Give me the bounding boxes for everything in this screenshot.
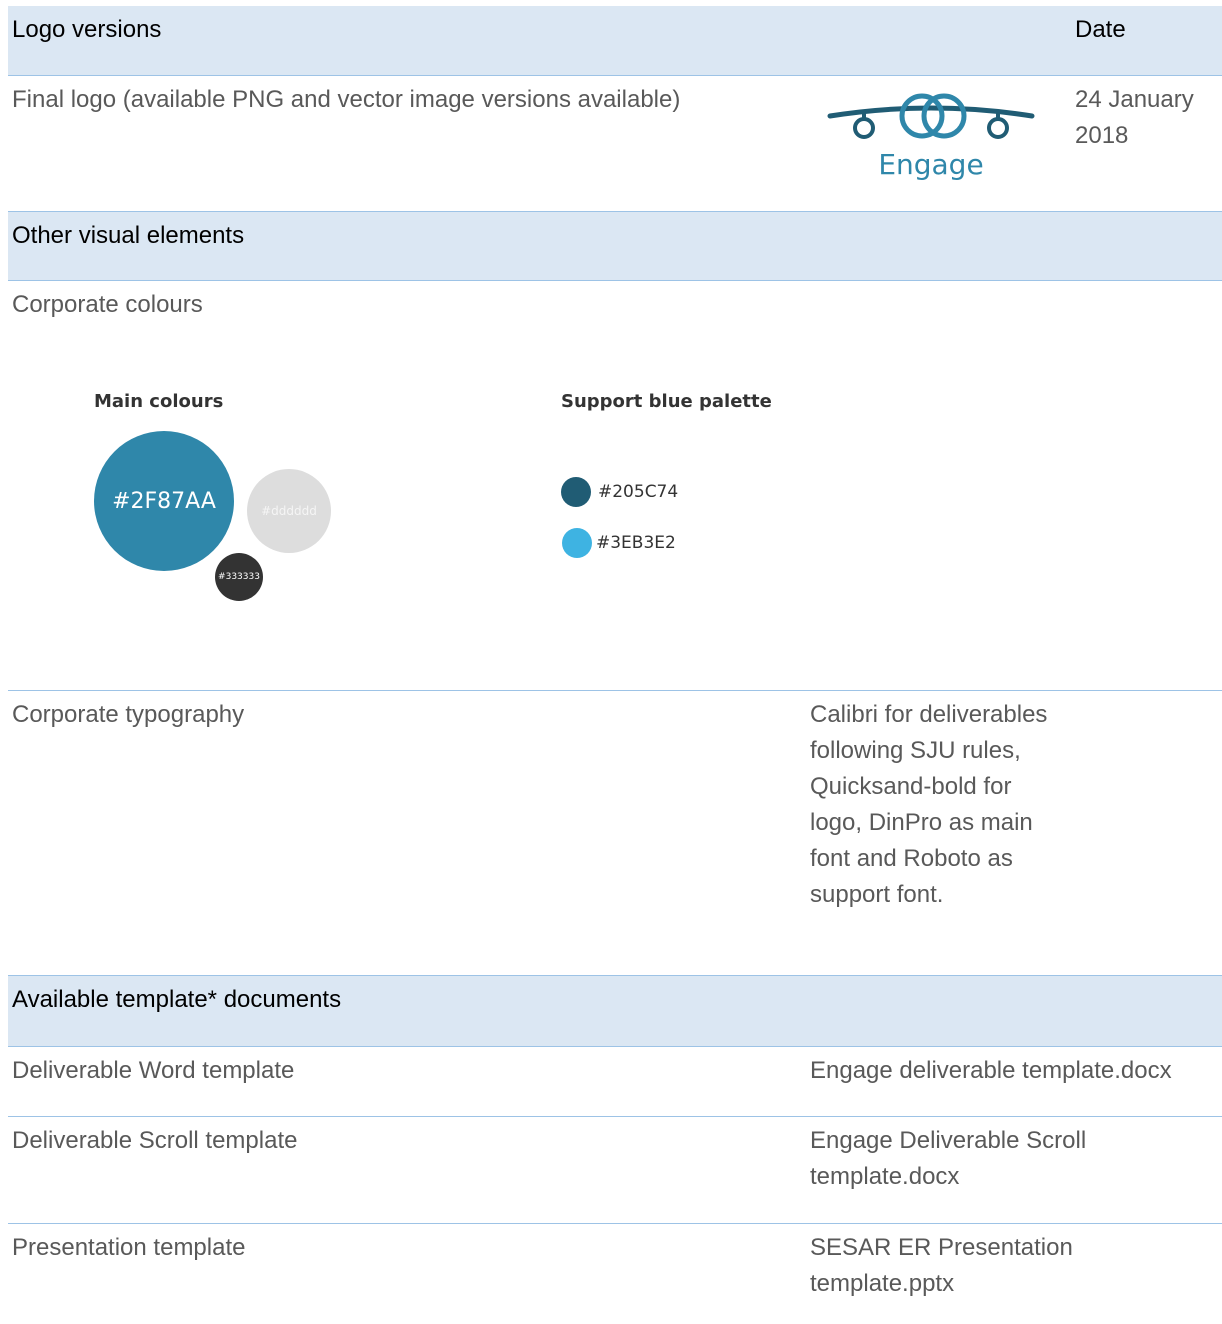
final-logo-label: Final logo (available PNG and vector ima… bbox=[12, 86, 681, 113]
header-available-templates: Available template* documents bbox=[12, 986, 342, 1013]
support-swatch-dark-blue bbox=[561, 477, 591, 507]
main-colour-swatch-primary: #2F87AA bbox=[94, 431, 234, 571]
header-row-logo-versions: Logo versions Date bbox=[8, 6, 1222, 76]
header-date: Date bbox=[1075, 16, 1126, 43]
logo-row: Final logo (available PNG and vector ima… bbox=[8, 76, 1222, 212]
support-label-dark-blue: #205C74 bbox=[598, 482, 679, 502]
corporate-colours-row: Corporate colours Main colours #2F87AA #… bbox=[8, 281, 1222, 691]
template-row: Deliverable Scroll template Engage Deliv… bbox=[8, 1117, 1222, 1224]
corporate-colours-label: Corporate colours bbox=[12, 291, 203, 318]
support-label-light-blue: #3EB3E2 bbox=[596, 533, 676, 553]
template-file: SESAR ER Presentation template.pptx bbox=[810, 1234, 1073, 1297]
colour-palette: Main colours #2F87AA #dddddd #333333 Sup… bbox=[8, 361, 808, 681]
template-label: Presentation template bbox=[12, 1234, 246, 1261]
engage-logo-text: Engage bbox=[878, 148, 983, 181]
visual-identity-table: Logo versions Date Final logo (available… bbox=[8, 6, 1222, 1324]
template-label: Deliverable Scroll template bbox=[12, 1127, 298, 1154]
template-file: Engage deliverable template.docx bbox=[810, 1057, 1172, 1084]
main-colour-swatch-grey: #dddddd bbox=[247, 469, 331, 553]
header-row-other-visual: Other visual elements bbox=[8, 212, 1222, 281]
header-logo-versions: Logo versions bbox=[12, 16, 162, 43]
support-swatch-light-blue bbox=[562, 528, 592, 558]
template-file: Engage Deliverable Scroll template.docx bbox=[810, 1127, 1087, 1190]
template-row: Deliverable Word template Engage deliver… bbox=[8, 1047, 1222, 1117]
main-colour-label-primary: #2F87AA bbox=[112, 488, 216, 514]
main-colours-title: Main colours bbox=[94, 391, 224, 412]
main-colour-label-dark: #333333 bbox=[218, 572, 260, 582]
template-label: Deliverable Word template bbox=[12, 1057, 295, 1084]
corporate-typography-label: Corporate typography bbox=[12, 701, 245, 728]
main-colour-swatch-dark: #333333 bbox=[215, 553, 263, 601]
template-row: Presentation template SESAR ER Presentat… bbox=[8, 1224, 1222, 1324]
engage-logo: Engage bbox=[826, 86, 1036, 186]
header-other-visual-elements: Other visual elements bbox=[12, 222, 245, 249]
corporate-typography-row: Corporate typography Calibri for deliver… bbox=[8, 691, 1222, 976]
header-row-templates: Available template* documents bbox=[8, 976, 1222, 1047]
main-colour-label-grey: #dddddd bbox=[261, 504, 317, 518]
logo-date: 24 January 2018 bbox=[1075, 86, 1194, 149]
support-palette-title: Support blue palette bbox=[561, 391, 772, 412]
corporate-typography-value: Calibri for deliverables following SJU r… bbox=[810, 701, 1048, 908]
